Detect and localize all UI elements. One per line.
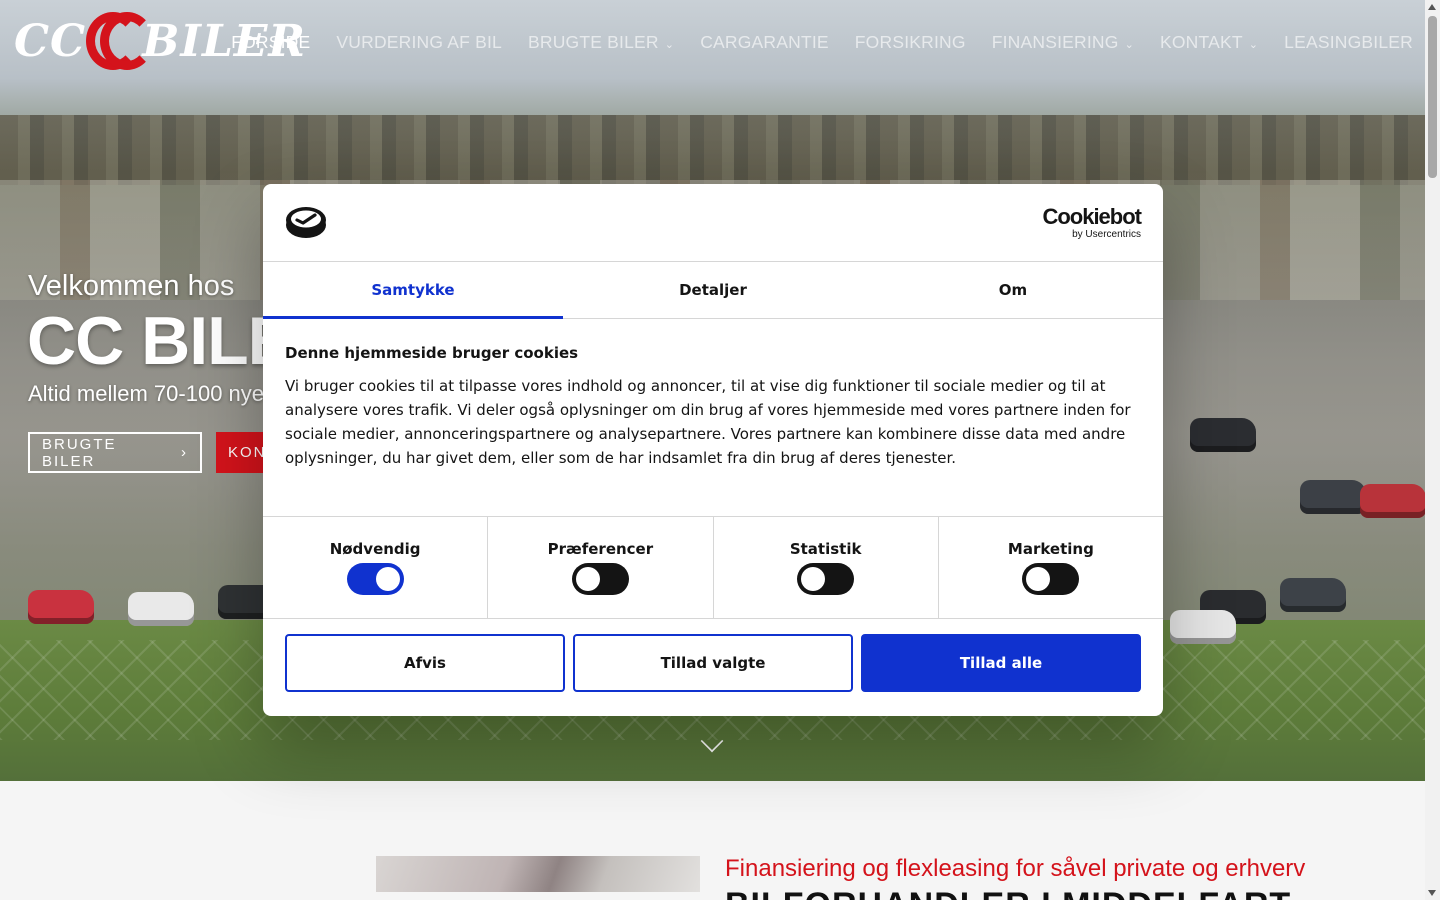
cookiebot-logo[interactable]: Cookiebot by Usercentrics xyxy=(1042,204,1142,241)
cookie-dialog-text: Vi bruger cookies til at tilpasse vores … xyxy=(285,377,1131,467)
nav-item-forside[interactable]: FORSIDE xyxy=(218,30,323,55)
nav-label: FORSIDE xyxy=(231,32,311,52)
cookie-tabs: Samtykke Detaljer Om xyxy=(263,262,1163,319)
section-heading: BILFORHANDLER I MIDDELFART xyxy=(725,886,1291,900)
tab-samtykke[interactable]: Samtykke xyxy=(263,262,563,319)
car-image xyxy=(28,590,94,624)
cookie-consent-dialog: Cookiebot by Usercentrics Samtykke Detal… xyxy=(263,184,1163,716)
nav-label: FORSIKRING xyxy=(854,32,966,52)
used-cars-button-label: BRUGTE BILER xyxy=(42,435,117,470)
nav-item-forsikring[interactable]: FORSIKRING xyxy=(842,30,979,55)
car-image xyxy=(1360,484,1425,518)
nav-item-brugte-biler[interactable]: BRUGTE BILER ⌄ xyxy=(515,30,687,55)
necessary-toggle[interactable] xyxy=(346,563,404,595)
chevron-down-icon: ⌄ xyxy=(664,39,675,51)
cookie-icon xyxy=(286,207,326,238)
page-scrollbar[interactable] xyxy=(1425,0,1440,900)
tab-detaljer[interactable]: Detaljer xyxy=(563,262,863,318)
preferences-toggle[interactable] xyxy=(571,563,629,595)
logo-rings-icon xyxy=(84,12,155,72)
section-subtitle: Finansiering og flexleasing for såvel pr… xyxy=(725,855,1306,882)
scrollbar-thumb[interactable] xyxy=(1428,16,1437,178)
statistics-toggle[interactable] xyxy=(797,563,855,595)
car-image xyxy=(1190,418,1256,452)
deny-button[interactable]: Afvis xyxy=(285,634,565,692)
section-image xyxy=(376,856,700,892)
toggle-knob xyxy=(801,567,826,591)
toggle-group-marketing: Marketing xyxy=(939,517,1163,618)
hero-tagline: Altid mellem 70-100 nye xyxy=(28,381,265,406)
nav-item-cargarantie[interactable]: CARGARANTIE xyxy=(687,30,842,55)
scroll-up-arrow-icon[interactable] xyxy=(1428,4,1436,10)
cookie-dialog-title: Denne hjemmeside bruger cookies xyxy=(285,344,579,362)
contact-button-label: KON xyxy=(228,444,267,461)
chevron-down-icon: ⌄ xyxy=(1248,39,1259,51)
cookie-action-buttons: Afvis Tillad valgte Tillad alle xyxy=(285,634,1141,692)
nav-label: KONTAKT xyxy=(1159,32,1243,52)
nav-label: FINANSIERING xyxy=(991,32,1119,52)
hero-welcome: Velkommen hos xyxy=(28,270,235,302)
nav-label: BRUGTE BILER xyxy=(528,32,659,52)
scroll-down-arrow-icon[interactable] xyxy=(1428,890,1436,896)
nav-label: CARGARANTIE xyxy=(700,32,829,52)
cookie-dialog-header: Cookiebot by Usercentrics xyxy=(263,184,1163,262)
tab-om[interactable]: Om xyxy=(863,262,1163,318)
car-image xyxy=(1280,578,1346,612)
toggle-label-necessary: Nødvendig xyxy=(329,540,421,558)
cookiebot-wordmark: Cookiebot xyxy=(1042,204,1142,229)
logo-text-cc: CC xyxy=(14,16,87,67)
nav-item-finansiering[interactable]: FINANSIERING ⌄ xyxy=(979,30,1147,55)
toggle-group-statistics: Statistik xyxy=(714,517,939,618)
car-image xyxy=(1300,480,1366,514)
toggle-label-marketing: Marketing xyxy=(1007,540,1094,558)
cookie-category-toggles: Nødvendig Præferencer Statistik Marketin… xyxy=(263,516,1163,619)
nav-label: VURDERING AF BIL xyxy=(336,32,502,52)
toggle-label-statistics: Statistik xyxy=(789,540,862,558)
chevron-right-icon: › xyxy=(181,444,188,461)
cookie-dialog-body: Denne hjemmeside bruger cookies Vi bruge… xyxy=(285,344,1145,470)
marketing-toggle[interactable] xyxy=(1022,563,1080,595)
toggle-knob xyxy=(575,567,600,591)
toggle-knob xyxy=(375,567,400,591)
allow-selected-button[interactable]: Tillad valgte xyxy=(573,634,853,692)
nav-item-leasingbiler[interactable]: LEASINGBILER xyxy=(1271,30,1426,55)
toggle-group-necessary: Nødvendig xyxy=(263,517,489,618)
allow-all-button[interactable]: Tillad alle xyxy=(861,634,1141,692)
hero-trees xyxy=(0,115,1425,185)
car-image xyxy=(128,592,194,626)
nav-item-kontakt[interactable]: KONTAKT ⌄ xyxy=(1147,30,1271,55)
toggle-label-preferences: Præferencer xyxy=(547,540,654,558)
cookiebot-byline: by Usercentrics xyxy=(1072,229,1141,240)
main-nav: FORSIDE VURDERING AF BIL BRUGTE BILER ⌄ C… xyxy=(218,30,1426,55)
toggle-group-preferences: Præferencer xyxy=(488,517,714,618)
nav-item-vurdering[interactable]: VURDERING AF BIL xyxy=(323,30,515,55)
used-cars-button[interactable]: BRUGTE BILER › xyxy=(28,432,202,473)
nav-label: LEASINGBILER xyxy=(1284,32,1413,52)
car-image xyxy=(1170,610,1236,644)
chevron-down-icon: ⌄ xyxy=(1124,39,1134,51)
toggle-knob xyxy=(1026,567,1051,591)
